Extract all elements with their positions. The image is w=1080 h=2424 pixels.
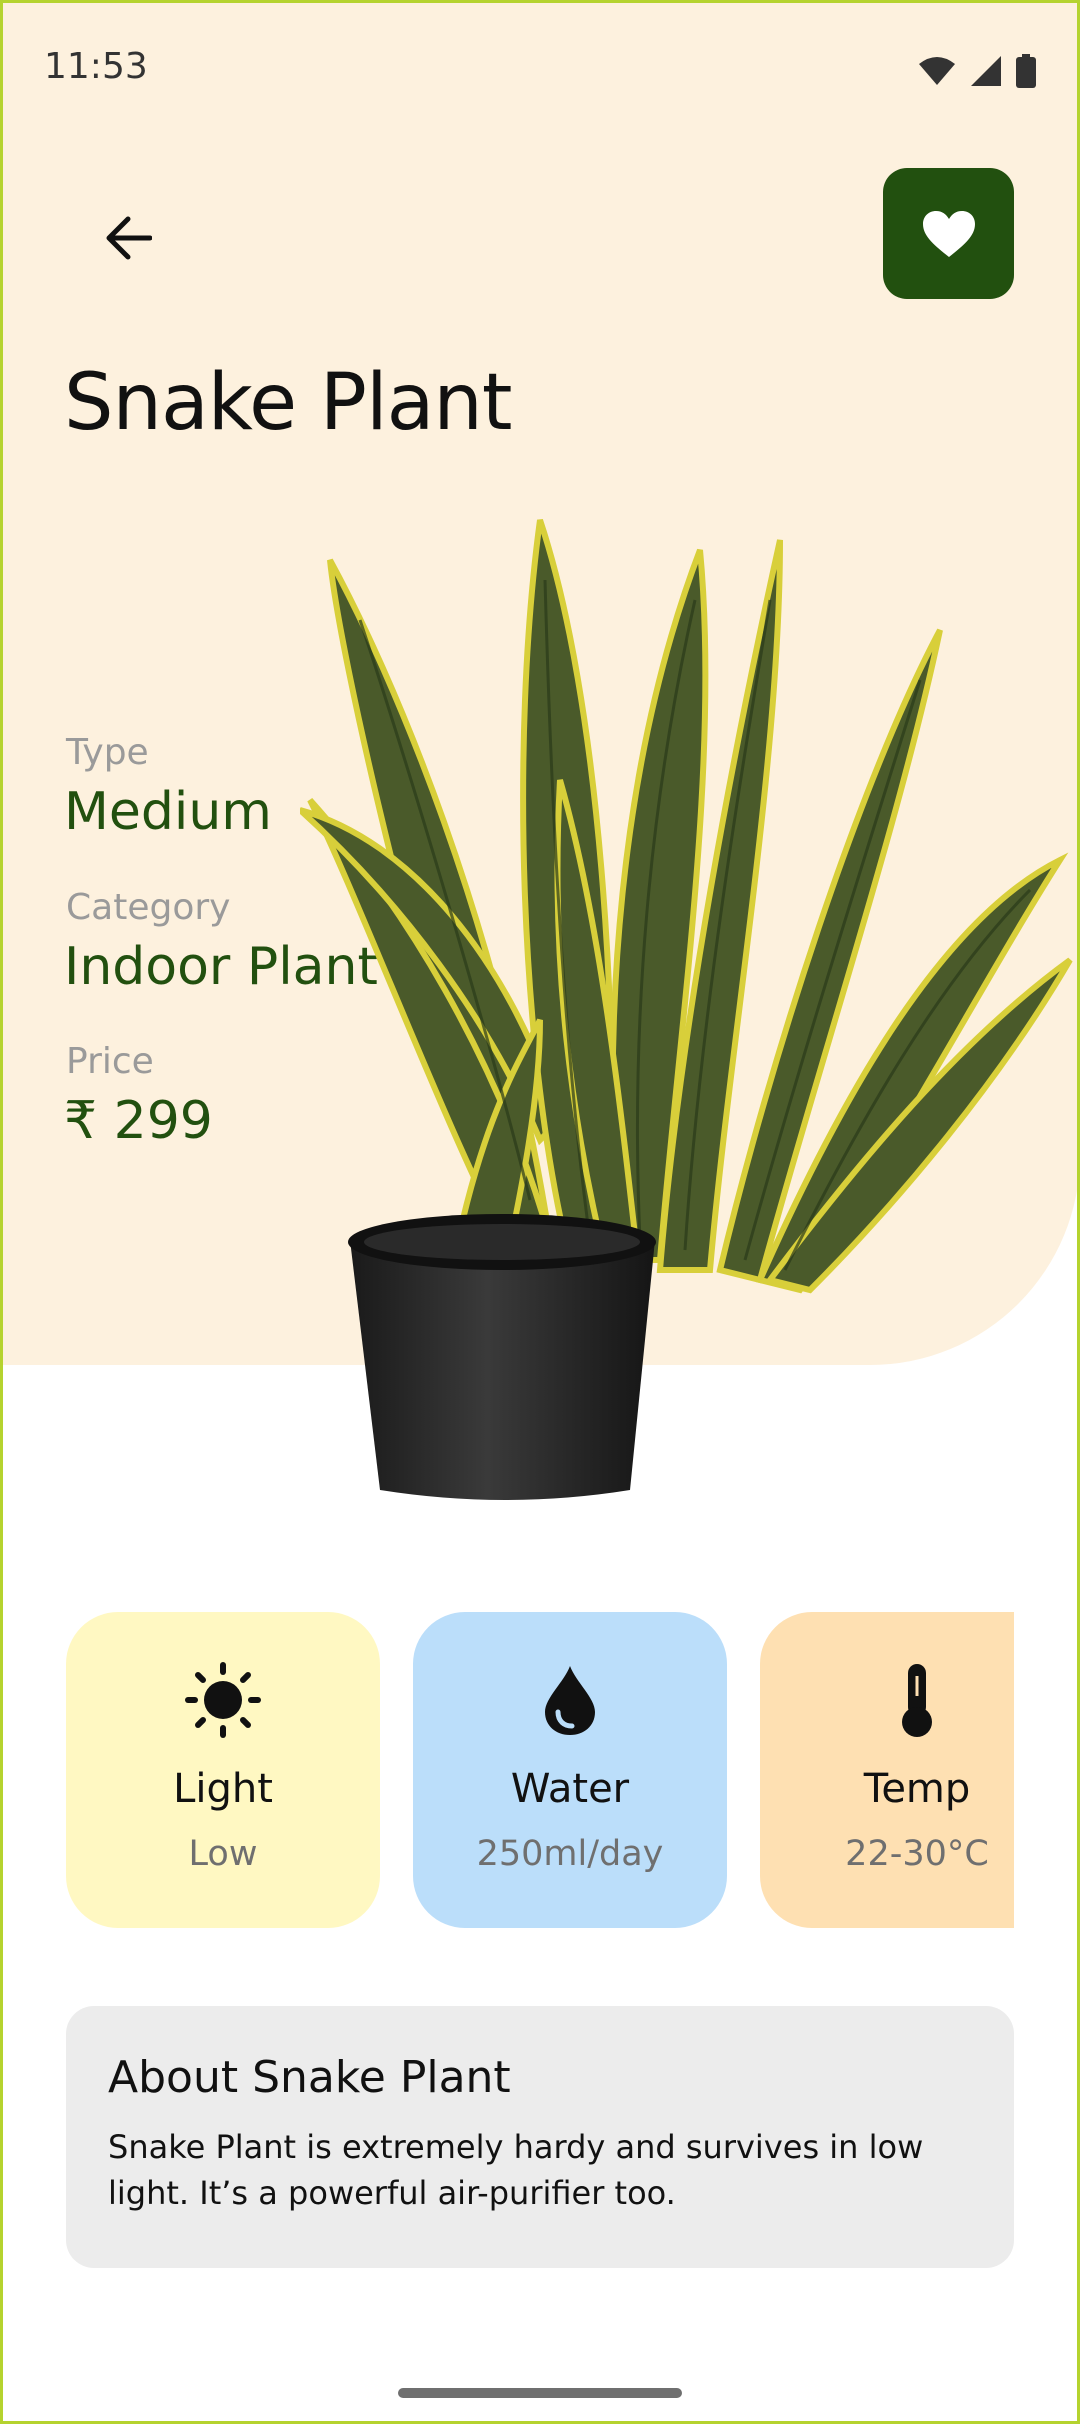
sun-icon (185, 1662, 261, 1738)
temp-card[interactable]: Temp 22-30°C (760, 1612, 1014, 1928)
type-label: Type (66, 732, 149, 773)
water-value: 250ml/day (476, 1834, 664, 1874)
status-time: 11:53 (44, 46, 148, 87)
signal-icon (971, 56, 1001, 86)
favorite-button[interactable] (883, 168, 1014, 299)
plant-image (300, 519, 1073, 1500)
about-section: About Snake Plant Snake Plant is extreme… (66, 2006, 1014, 2268)
battery-icon (1016, 54, 1036, 88)
temp-title: Temp (863, 1766, 971, 1812)
home-indicator[interactable] (398, 2388, 682, 2398)
back-button[interactable] (80, 190, 176, 286)
temp-value: 22-30°C (845, 1834, 989, 1874)
heart-icon (922, 210, 975, 257)
price-label: Price (66, 1041, 154, 1082)
wifi-icon (919, 57, 955, 85)
page-title: Snake Plant (64, 358, 512, 448)
water-card[interactable]: Water 250ml/day (413, 1612, 727, 1928)
status-bar: 11:53 (0, 0, 1080, 140)
about-title: About Snake Plant (108, 2052, 511, 2103)
care-cards: Light Low Water 250ml/day Temp 22-30°C (66, 1612, 1014, 1928)
thermometer-icon (902, 1664, 932, 1737)
water-drop-icon (545, 1666, 595, 1735)
category-label: Category (66, 887, 231, 928)
light-value: Low (188, 1834, 258, 1874)
light-title: Light (173, 1766, 273, 1812)
price-value: ₹ 299 (64, 1091, 213, 1151)
about-text: Snake Plant is extremely hardy and survi… (108, 2128, 924, 2212)
light-card[interactable]: Light Low (66, 1612, 380, 1928)
type-value: Medium (64, 782, 272, 842)
water-title: Water (510, 1766, 630, 1812)
arrow-left-icon (106, 216, 152, 260)
status-icons (918, 54, 1036, 88)
